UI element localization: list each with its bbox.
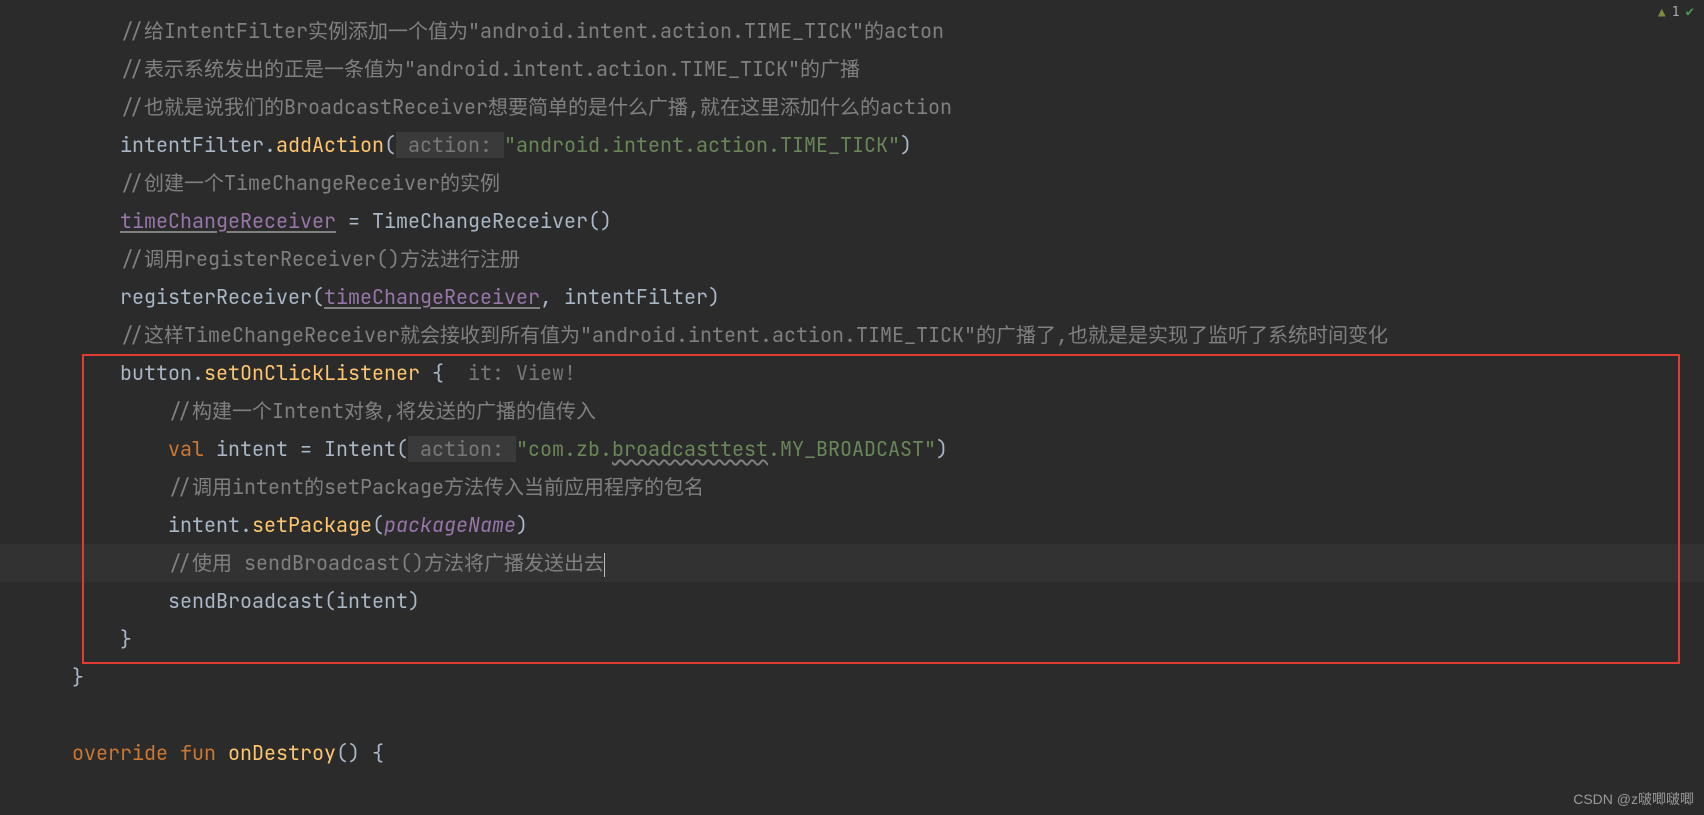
parameter-hint: action: — [408, 436, 516, 462]
code-keyword: override — [72, 740, 168, 766]
code-brace: } — [120, 626, 132, 652]
code-string: "com.zb. — [516, 436, 612, 462]
code-fn: addAction — [276, 132, 384, 158]
code-field: timeChangeReceiver — [120, 208, 336, 234]
code-text: button. — [120, 360, 204, 386]
code-editor[interactable]: //给IntentFilter实例添加一个值为"android.intent.a… — [0, 12, 1388, 772]
code-comment: //也就是说我们的BroadcastReceiver想要简单的是什么广播,就在这… — [120, 94, 952, 120]
code-fn: setPackage — [252, 512, 372, 538]
code-text: ) — [936, 436, 948, 462]
code-comment: //这样TimeChangeReceiver就会接收到所有值为"android.… — [120, 322, 1388, 348]
code-text: ( — [372, 512, 384, 538]
code-comment: //构建一个Intent对象,将发送的广播的值传入 — [168, 398, 596, 424]
code-text: registerReceiver( — [120, 284, 324, 310]
parameter-hint: it: View! — [444, 360, 576, 386]
parameter-hint: action: — [396, 132, 504, 158]
watermark: CSDN @z啵唧啵唧 — [1573, 789, 1694, 809]
inspection-status[interactable]: ▲ 1 ✔ — [1658, 4, 1694, 20]
code-string-warning: broadcasttest — [612, 436, 768, 462]
warning-count: 1 — [1672, 5, 1680, 20]
code-comment: //使用 sendBroadcast()方法将广播发送出去 — [168, 550, 604, 576]
code-fn: onDestroy — [228, 740, 336, 766]
warning-icon: ▲ — [1658, 5, 1666, 20]
code-string: "android.intent.action.TIME_TICK" — [504, 132, 900, 158]
code-field: timeChangeReceiver — [324, 284, 540, 310]
code-comment: //调用intent的setPackage方法传入当前应用程序的包名 — [168, 474, 704, 500]
text-caret — [604, 553, 605, 577]
code-property: packageName — [384, 512, 516, 538]
code-comment: //表示系统发出的正是一条值为"android.intent.action.TI… — [120, 56, 860, 82]
code-text: { — [420, 360, 444, 386]
code-fn: setOnClickListener — [204, 360, 420, 386]
code-string: .MY_BROADCAST" — [768, 436, 936, 462]
code-brace: } — [72, 664, 84, 690]
code-text: intent = Intent( — [204, 436, 408, 462]
check-icon: ✔ — [1686, 4, 1694, 20]
code-text: ) — [900, 132, 912, 158]
code-comment: //调用registerReceiver()方法进行注册 — [120, 246, 520, 272]
code-text: intentFilter. — [120, 132, 276, 158]
code-text: intent. — [168, 512, 252, 538]
code-text: () { — [336, 740, 384, 766]
code-text: sendBroadcast(intent) — [168, 588, 420, 614]
code-text: = TimeChangeReceiver() — [336, 208, 612, 234]
code-text: ) — [516, 512, 528, 538]
code-keyword: fun — [180, 740, 216, 766]
code-text: , intentFilter) — [540, 284, 720, 310]
code-keyword: val — [168, 436, 204, 462]
code-comment: //创建一个TimeChangeReceiver的实例 — [120, 170, 500, 196]
code-comment: //给IntentFilter实例添加一个值为"android.intent.a… — [120, 18, 944, 44]
code-text: ( — [384, 132, 396, 158]
